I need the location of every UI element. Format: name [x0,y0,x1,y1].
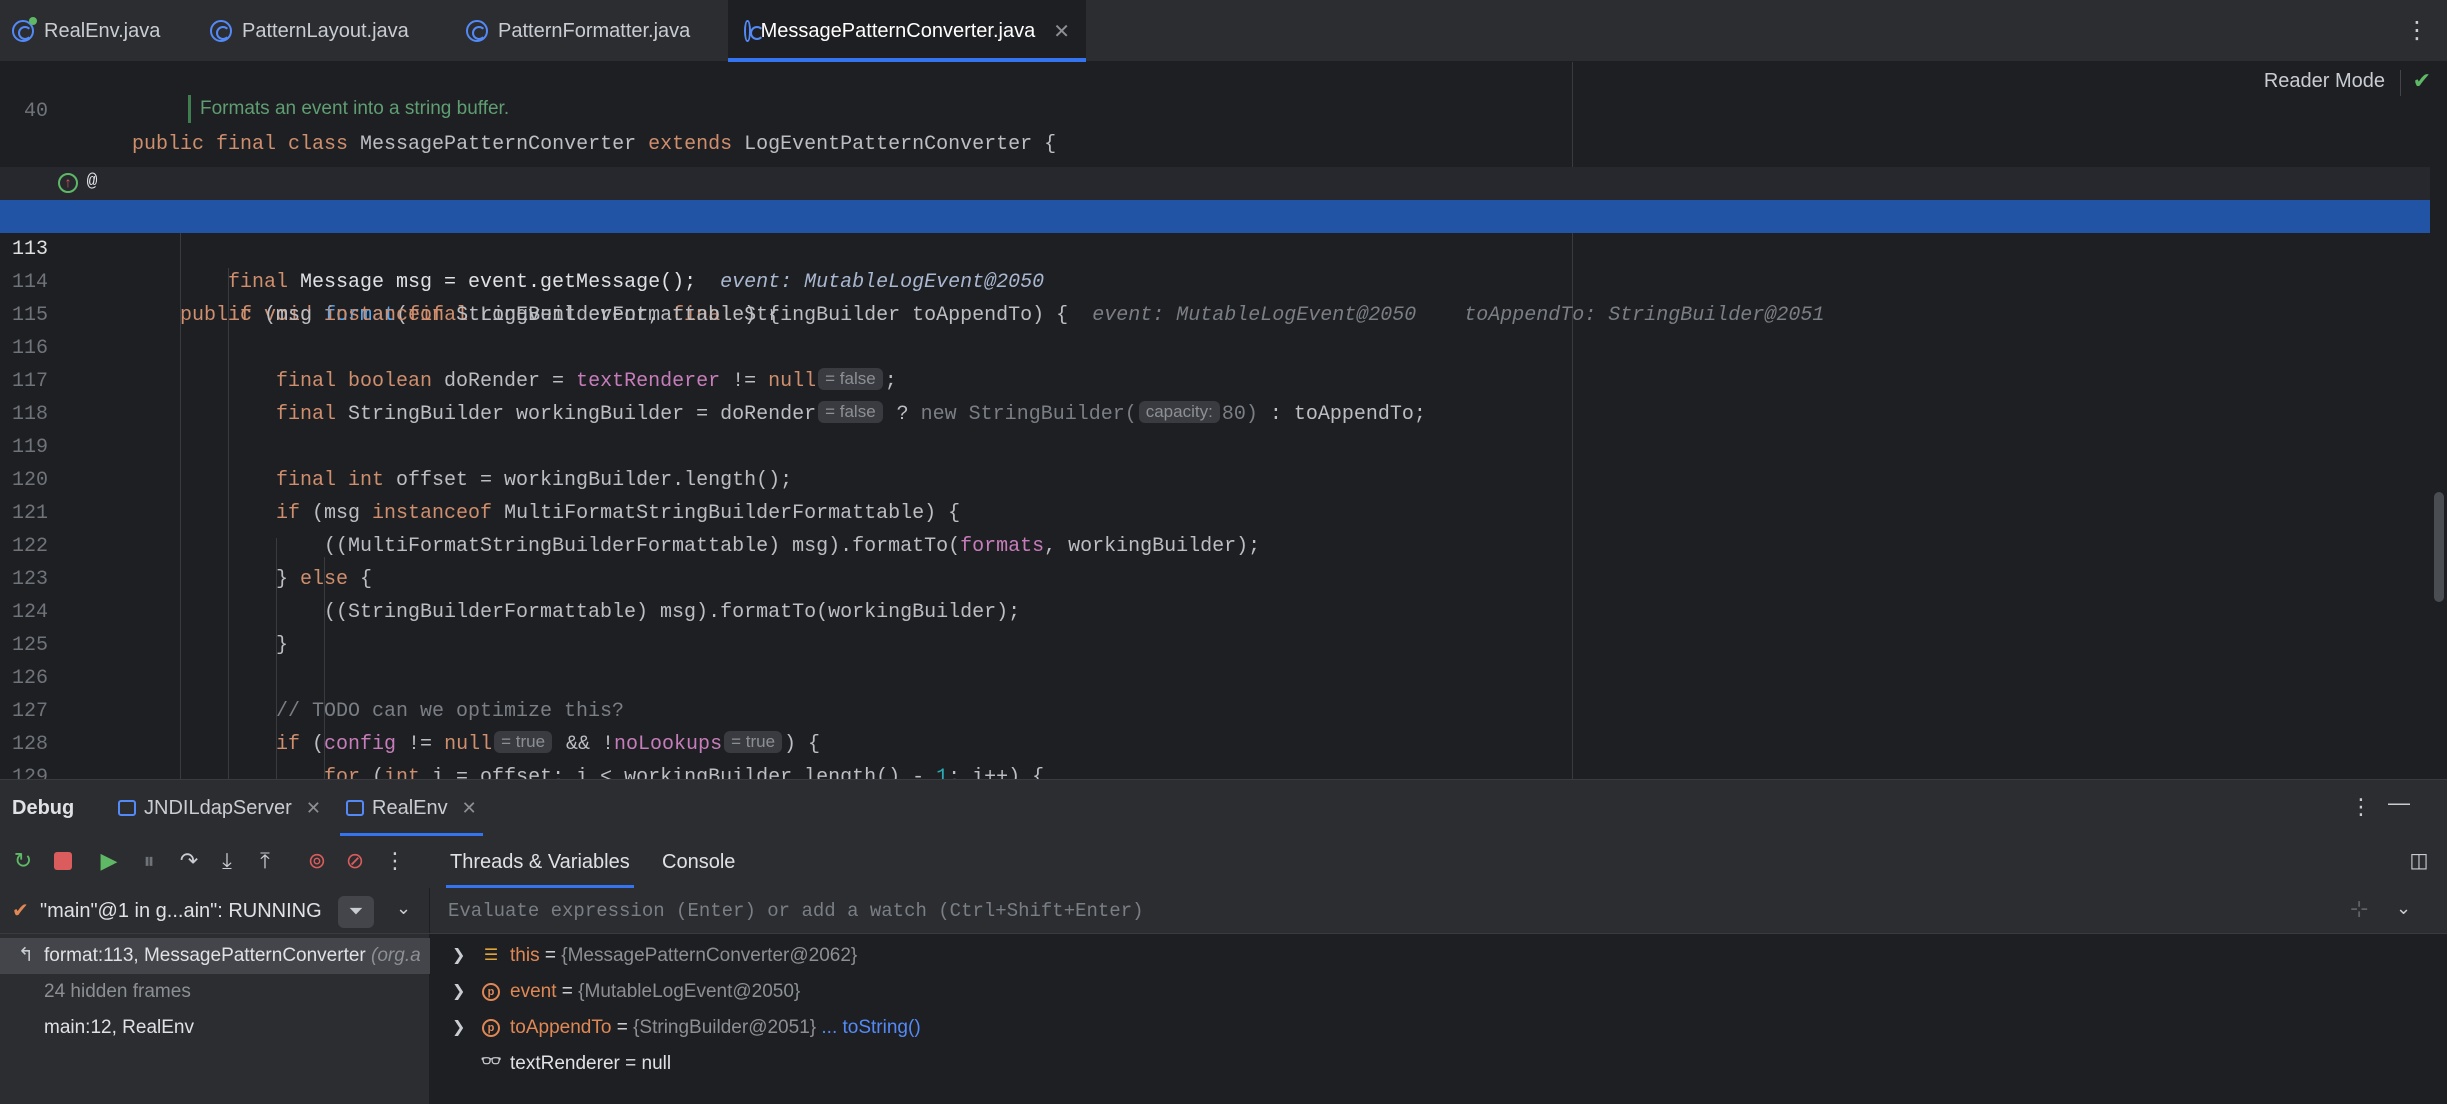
code-line-119: 119 final int offset = workingBuilder.le… [11,436,793,492]
code-line-120: 120 if (msg instanceof MultiFormatString… [11,469,961,525]
tab-patternformatter[interactable]: PatternFormatter.java [466,0,690,62]
variable-row[interactable]: ❯ ☰ this = {MessagePatternConverter@2062… [430,938,2447,974]
parameter-icon: p [482,983,500,1001]
more-options-icon[interactable]: ⋮ [382,848,408,874]
session-tab-jndildapserver[interactable]: JNDILdapServer ✕ [118,780,321,836]
more-options-icon[interactable]: ⋮ [2405,16,2429,45]
tab-label: PatternLayout.java [242,19,409,42]
override-gutter-icon[interactable]: ↑ [58,173,78,193]
debug-toolbar: ↻ ▶ ⏸ ↷ ⤓ ⤒ ⊚ ⊘ ⋮ [0,836,430,888]
doc-comment: Formats an event into a string buffer. [0,95,1560,131]
add-watch-icon[interactable]: ⊹ [2350,896,2368,922]
stack-frame[interactable]: main:12, RealEnv [0,1010,430,1046]
java-class-icon [466,20,488,42]
more-options-icon[interactable]: ⋮ [2350,794,2372,820]
hidden-frames[interactable]: 24 hidden frames [0,974,430,1010]
thread-label: "main"@1 in g...ain": RUNNING [40,900,322,922]
close-icon[interactable]: ✕ [306,798,321,819]
code-line-115: 115 [11,304,48,327]
evaluate-expression-input[interactable] [448,894,2348,928]
debug-tool-window: Debug JNDILdapServer ✕ RealEnv ✕ ⋮ — ↻ ▶… [0,779,2447,1104]
pause-icon[interactable]: ⏸ [136,848,162,874]
return-arrow-icon: ↰ [18,945,34,966]
view-breakpoints-icon[interactable]: ⊚ [304,848,330,874]
glasses-icon: 👓︎ [480,1053,502,1070]
evaluate-bar: ⊹ ⌄ [430,888,2447,934]
tab-threads-variables[interactable]: Threads & Variables [446,836,634,888]
expand-arrow-icon[interactable]: ❯ [452,1010,465,1046]
tab-label: PatternFormatter.java [498,19,691,42]
resume-icon[interactable]: ▶ [96,848,122,874]
chevron-down-icon[interactable]: ⌄ [2396,898,2411,919]
stack-frame[interactable]: ↰ format:113, MessagePatternConverter (o… [0,938,430,974]
annotation-gutter-icon[interactable]: @ [82,173,102,193]
code-line-40: 40 public final class MessagePatternConv… [23,100,1057,156]
code-line-118: 118 [11,403,48,426]
editor-tab-bar: RealEnv.java PatternLayout.java PatternF… [0,0,2447,62]
session-tab-realenv[interactable]: RealEnv ✕ [340,780,483,836]
code-line-127: 127 if (config != null = true && !noLooku… [11,700,821,756]
code-line-126: 126 // TODO can we optimize this? [11,667,625,723]
frames-pane: ✔ "main"@1 in g...ain": RUNNING ⏷ ⌄ ↰ fo… [0,888,430,1104]
java-class-icon [12,17,37,42]
code-line-113-execution-point: 113 final Message msg = event.getMessage… [0,200,2430,294]
code-line-116: 116 final boolean doRender = textRendere… [11,337,897,393]
layout-icon[interactable]: ◫ [2406,848,2432,874]
variable-row[interactable]: 👓︎ textRenderer = null [430,1046,2447,1082]
to-string-link[interactable]: ... toString() [821,1017,920,1038]
expand-arrow-icon[interactable]: ❯ [452,974,465,1010]
variables-pane: ⊹ ⌄ ❯ ☰ this = {MessagePatternConverter@… [430,888,2447,1104]
close-icon[interactable]: ✕ [462,798,477,819]
code-line-114: 114 if (msg instanceof StringBuilderForm… [11,271,781,327]
code-editor[interactable]: 40 public final class MessagePatternConv… [0,62,2447,779]
tab-messagepatternconverter[interactable]: MessagePatternConverter.java ✕ [728,0,1086,62]
parameter-icon: p [482,1019,500,1037]
editor-scrollbar[interactable] [2434,492,2444,602]
tab-label: MessagePatternConverter.java [760,19,1036,42]
running-check-icon: ✔ [12,900,29,922]
close-icon[interactable]: ✕ [1053,19,1070,44]
code-line-122: 122 } else { [11,535,373,591]
variable-row[interactable]: ❯ p event = {MutableLogEvent@2050} [430,974,2447,1010]
app-icon [346,800,364,816]
tab-label: RealEnv.java [44,19,161,42]
step-out-icon[interactable]: ⤒ [252,848,278,874]
stack-icon: ☰ [483,947,499,964]
tab-console[interactable]: Console [662,836,735,888]
step-into-icon[interactable]: ⤓ [214,848,240,874]
rerun-icon[interactable]: ↻ [10,848,36,874]
step-over-icon[interactable]: ↷ [176,848,202,874]
code-line-112: 112 ↑ @ public void format(final LogEven… [0,167,2430,327]
code-line-129: 129 if (workingBuilder.charAt(i) == '$' … [11,766,48,779]
chevron-down-icon[interactable]: ⌄ [396,898,411,919]
code-line-117: 117 final StringBuilder workingBuilder =… [11,370,1426,426]
thread-selector[interactable]: ✔ "main"@1 in g...ain": RUNNING ⏷ ⌄ [0,888,430,934]
java-class-icon [744,20,763,42]
code-line-128: 128 for (int i = offset; i < workingBuil… [11,733,1045,779]
expand-arrow-icon[interactable]: ❯ [452,938,465,974]
code-line-123: 123 ((StringBuilderFormattable) msg).for… [11,568,1021,624]
tab-realenv[interactable]: RealEnv.java [12,0,160,62]
variable-row[interactable]: ❯ p toAppendTo = {StringBuilder@2051} ..… [430,1010,2447,1046]
reader-mode-button[interactable]: Reader Mode [2264,70,2385,93]
mute-breakpoints-icon[interactable]: ⊘ [342,848,368,874]
stop-icon[interactable] [50,848,76,874]
code-line-124: 124 } [11,601,289,657]
tab-patternlayout[interactable]: PatternLayout.java [210,0,409,62]
code-line-111: 111 @Override [0,134,2430,228]
debug-title: Debug [12,797,75,819]
debug-session-tabs: Debug JNDILdapServer ✕ RealEnv ✕ ⋮ — [0,780,2447,836]
java-class-icon [210,20,232,42]
minimize-icon[interactable]: — [2388,790,2410,816]
filter-icon[interactable]: ⏷ [338,896,374,928]
check-icon[interactable]: ✔ [2413,68,2431,94]
code-line-121: 121 ((MultiFormatStringBuilderFormattabl… [11,502,1261,558]
app-icon [118,800,136,816]
code-line-125: 125 [11,634,48,657]
debug-subtabs: Threads & Variables Console ◫ [430,836,2447,888]
